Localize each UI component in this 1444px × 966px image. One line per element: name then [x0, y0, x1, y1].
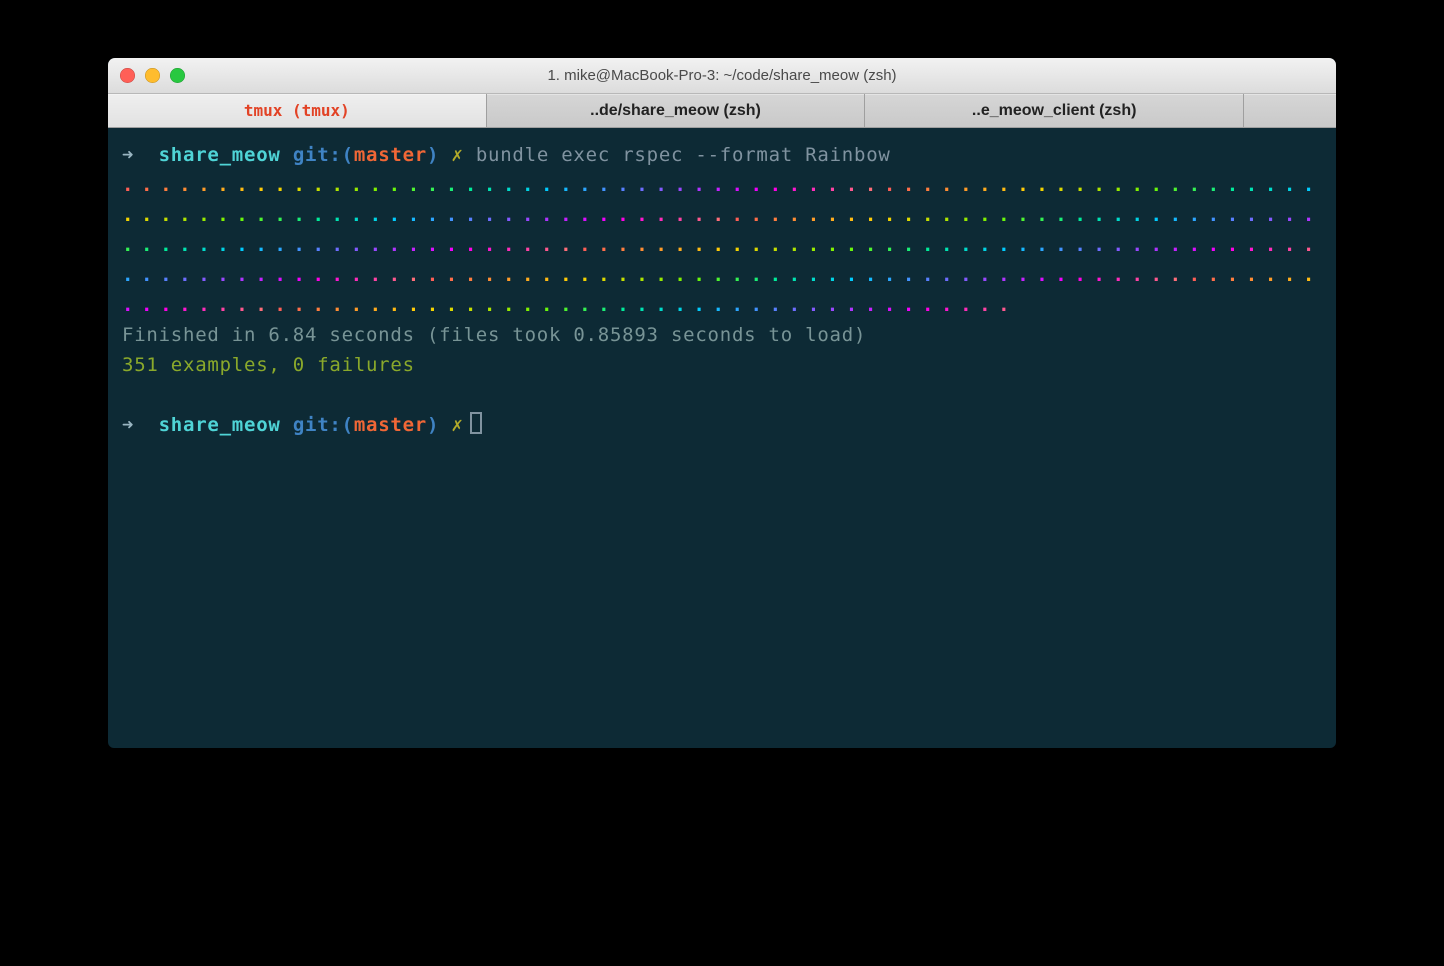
rspec-dots-row: ........................................…	[122, 290, 1322, 320]
rspec-dots-row: ........................................…	[122, 230, 1322, 260]
summary-line: 351 examples, 0 failures	[122, 350, 1322, 380]
prompt-arrow-icon: ➜	[122, 144, 134, 166]
tab-label: ..de/share_meow (zsh)	[590, 102, 761, 120]
prompt-branch: master	[354, 414, 427, 436]
prompt-cwd: share_meow	[159, 414, 281, 436]
traffic-lights	[120, 68, 185, 83]
prompt-line-1: ➜ share_meow git:(master) ✗ bundle exec …	[122, 140, 1322, 170]
prompt-branch: master	[354, 144, 427, 166]
close-icon[interactable]	[120, 68, 135, 83]
terminal-window: 1. mike@MacBook-Pro-3: ~/code/share_meow…	[108, 58, 1336, 748]
rspec-dots-row: ........................................…	[122, 260, 1322, 290]
tab-bar: tmux (tmux) ..de/share_meow (zsh) ..e_me…	[108, 94, 1336, 128]
dirty-icon: ✗	[451, 144, 463, 166]
minimize-icon[interactable]	[145, 68, 160, 83]
tab-tmux[interactable]: tmux (tmux)	[108, 94, 487, 127]
command-text: bundle exec rspec --format Rainbow	[476, 144, 891, 166]
window-title: 1. mike@MacBook-Pro-3: ~/code/share_meow…	[108, 67, 1336, 84]
cursor-icon	[470, 412, 482, 434]
dirty-icon: ✗	[451, 414, 463, 436]
blank-line	[122, 380, 1322, 410]
prompt-line-2: ➜ share_meow git:(master) ✗	[122, 410, 1322, 440]
tab-label: ..e_meow_client (zsh)	[972, 102, 1137, 120]
prompt-git-suffix: )	[427, 414, 439, 436]
tab-empty[interactable]	[1244, 94, 1336, 127]
prompt-git-suffix: )	[427, 144, 439, 166]
prompt-git-prefix: git:(	[293, 144, 354, 166]
terminal-body[interactable]: ➜ share_meow git:(master) ✗ bundle exec …	[108, 128, 1336, 748]
prompt-arrow-icon: ➜	[122, 414, 134, 436]
tab-share-meow[interactable]: ..de/share_meow (zsh)	[487, 94, 866, 127]
prompt-git-prefix: git:(	[293, 414, 354, 436]
rspec-dots-row: ........................................…	[122, 200, 1322, 230]
rspec-dots-row: ........................................…	[122, 170, 1322, 200]
tab-label: tmux (tmux)	[244, 101, 350, 120]
zoom-icon[interactable]	[170, 68, 185, 83]
tab-meow-client[interactable]: ..e_meow_client (zsh)	[865, 94, 1244, 127]
titlebar[interactable]: 1. mike@MacBook-Pro-3: ~/code/share_meow…	[108, 58, 1336, 94]
finished-line: Finished in 6.84 seconds (files took 0.8…	[122, 320, 1322, 350]
prompt-cwd: share_meow	[159, 144, 281, 166]
